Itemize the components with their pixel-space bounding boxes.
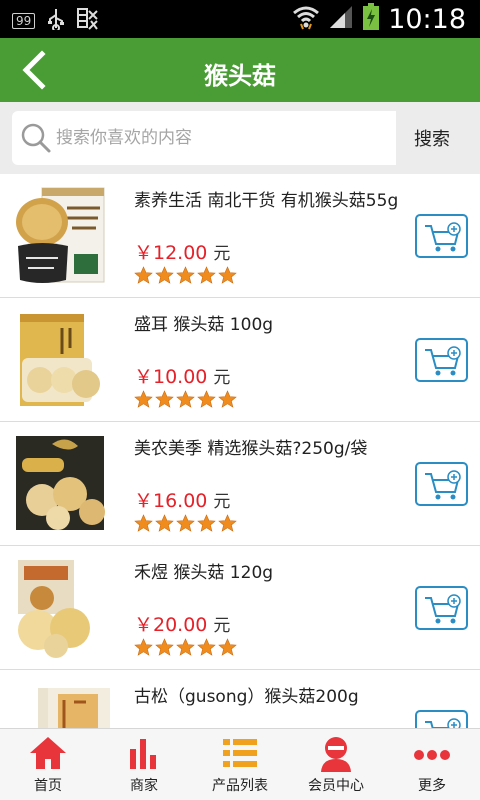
add-to-cart-button[interactable] xyxy=(415,214,468,258)
star-icon xyxy=(218,266,237,284)
product-price: ￥10.00 元 xyxy=(134,362,230,389)
status-bar: 99 10:18 xyxy=(0,0,480,38)
nav-item-merchants[interactable]: 商家 xyxy=(96,729,192,800)
price-unit: 元 xyxy=(213,492,231,512)
product-image xyxy=(12,680,110,728)
nav-label: 会员中心 xyxy=(308,778,364,794)
star-icon xyxy=(134,514,153,532)
product-name: 素养生活 南北干货 有机猴头菇55g xyxy=(134,191,399,211)
cart-plus-icon xyxy=(425,346,461,376)
search-button[interactable]: 搜索 xyxy=(396,111,468,165)
product-image xyxy=(12,432,110,536)
product-name: 盛耳 猴头菇 100g xyxy=(134,315,274,335)
bar-chart-icon xyxy=(126,735,162,775)
star-icon xyxy=(134,266,153,284)
product-name: 禾煜 猴头菇 120g xyxy=(134,563,274,583)
rating-stars xyxy=(134,514,237,533)
rating-stars xyxy=(134,266,237,285)
page-title: 猴头菇 xyxy=(204,62,276,90)
rating-stars xyxy=(134,390,237,409)
add-to-cart-button[interactable] xyxy=(415,462,468,506)
product-item[interactable]: 美农美季 精选猴头菇?250g/袋 ￥16.00 元 xyxy=(0,422,480,546)
add-to-cart-button[interactable] xyxy=(415,338,468,382)
star-icon xyxy=(155,266,174,284)
product-list: 素养生活 南北干货 有机猴头菇55g ￥12.00 元 盛耳 猴头菇 100g ￥… xyxy=(0,174,480,728)
product-item[interactable]: 禾煜 猴头菇 120g ￥20.00 元 xyxy=(0,546,480,670)
cart-plus-icon xyxy=(425,718,461,728)
search-input[interactable] xyxy=(56,117,386,159)
star-icon xyxy=(155,514,174,532)
signal-icon xyxy=(328,4,354,34)
nav-item-home[interactable]: 首页 xyxy=(0,729,96,800)
product-image xyxy=(12,556,110,660)
star-icon xyxy=(155,390,174,408)
nav-item-member-center[interactable]: 会员中心 xyxy=(288,729,384,800)
price-value: ￥12.00 xyxy=(134,242,208,264)
price-value: ￥10.00 xyxy=(134,366,208,388)
search-bar: 搜索 xyxy=(0,102,480,174)
cart-plus-icon xyxy=(425,222,461,252)
star-icon xyxy=(134,390,153,408)
price-value: ￥16.00 xyxy=(134,490,208,512)
clock: 10:18 xyxy=(388,3,466,35)
star-icon xyxy=(197,266,216,284)
product-name: 古松（gusong）猴头菇200g xyxy=(134,687,359,707)
nav-label: 商家 xyxy=(130,778,158,794)
cart-plus-icon xyxy=(425,470,461,500)
product-price: ￥20.00 元 xyxy=(134,610,230,637)
home-icon xyxy=(28,735,68,775)
search-box xyxy=(12,111,396,165)
product-image xyxy=(12,308,110,412)
notification-count-badge: 99 xyxy=(12,13,36,29)
star-icon xyxy=(134,638,153,656)
rating-stars xyxy=(134,638,237,657)
price-unit: 元 xyxy=(213,368,231,388)
add-to-cart-button[interactable] xyxy=(415,710,468,728)
star-icon xyxy=(176,514,195,532)
star-icon xyxy=(218,638,237,656)
more-dots-icon xyxy=(412,735,452,775)
product-name: 美农美季 精选猴头菇?250g/袋 xyxy=(134,439,368,459)
nav-item-more[interactable]: 更多 xyxy=(384,729,480,800)
bottom-nav: 首页 商家 产品列表 会员中心 更多 xyxy=(0,728,480,800)
nav-label: 首页 xyxy=(34,778,62,794)
star-icon xyxy=(197,390,216,408)
list-icon xyxy=(220,735,260,775)
product-item[interactable]: 素养生活 南北干货 有机猴头菇55g ￥12.00 元 xyxy=(0,174,480,298)
star-icon xyxy=(155,638,174,656)
search-icon xyxy=(20,122,52,158)
product-price: ￥16.00 元 xyxy=(134,486,230,513)
price-unit: 元 xyxy=(213,616,231,636)
star-icon xyxy=(176,390,195,408)
product-item[interactable]: 盛耳 猴头菇 100g ￥10.00 元 xyxy=(0,298,480,422)
wifi-icon xyxy=(292,4,320,34)
star-icon xyxy=(218,390,237,408)
user-icon xyxy=(318,735,354,777)
debug-mode-icon xyxy=(77,8,99,34)
star-icon xyxy=(197,514,216,532)
cart-plus-icon xyxy=(425,594,461,624)
add-to-cart-button[interactable] xyxy=(415,586,468,630)
product-price: ￥12.00 元 xyxy=(134,238,230,265)
nav-item-product-list[interactable]: 产品列表 xyxy=(192,729,288,800)
star-icon xyxy=(176,266,195,284)
usb-icon xyxy=(47,8,65,34)
product-item[interactable]: 古松（gusong）猴头菇200g xyxy=(0,670,480,728)
price-unit: 元 xyxy=(213,244,231,264)
star-icon xyxy=(176,638,195,656)
app-header: 猴头菇 xyxy=(0,38,480,102)
battery-charging-icon xyxy=(362,3,380,35)
price-value: ￥20.00 xyxy=(134,614,208,636)
nav-label: 更多 xyxy=(418,778,446,794)
star-icon xyxy=(197,638,216,656)
nav-label: 产品列表 xyxy=(212,778,268,794)
product-image xyxy=(12,184,110,288)
star-icon xyxy=(218,514,237,532)
